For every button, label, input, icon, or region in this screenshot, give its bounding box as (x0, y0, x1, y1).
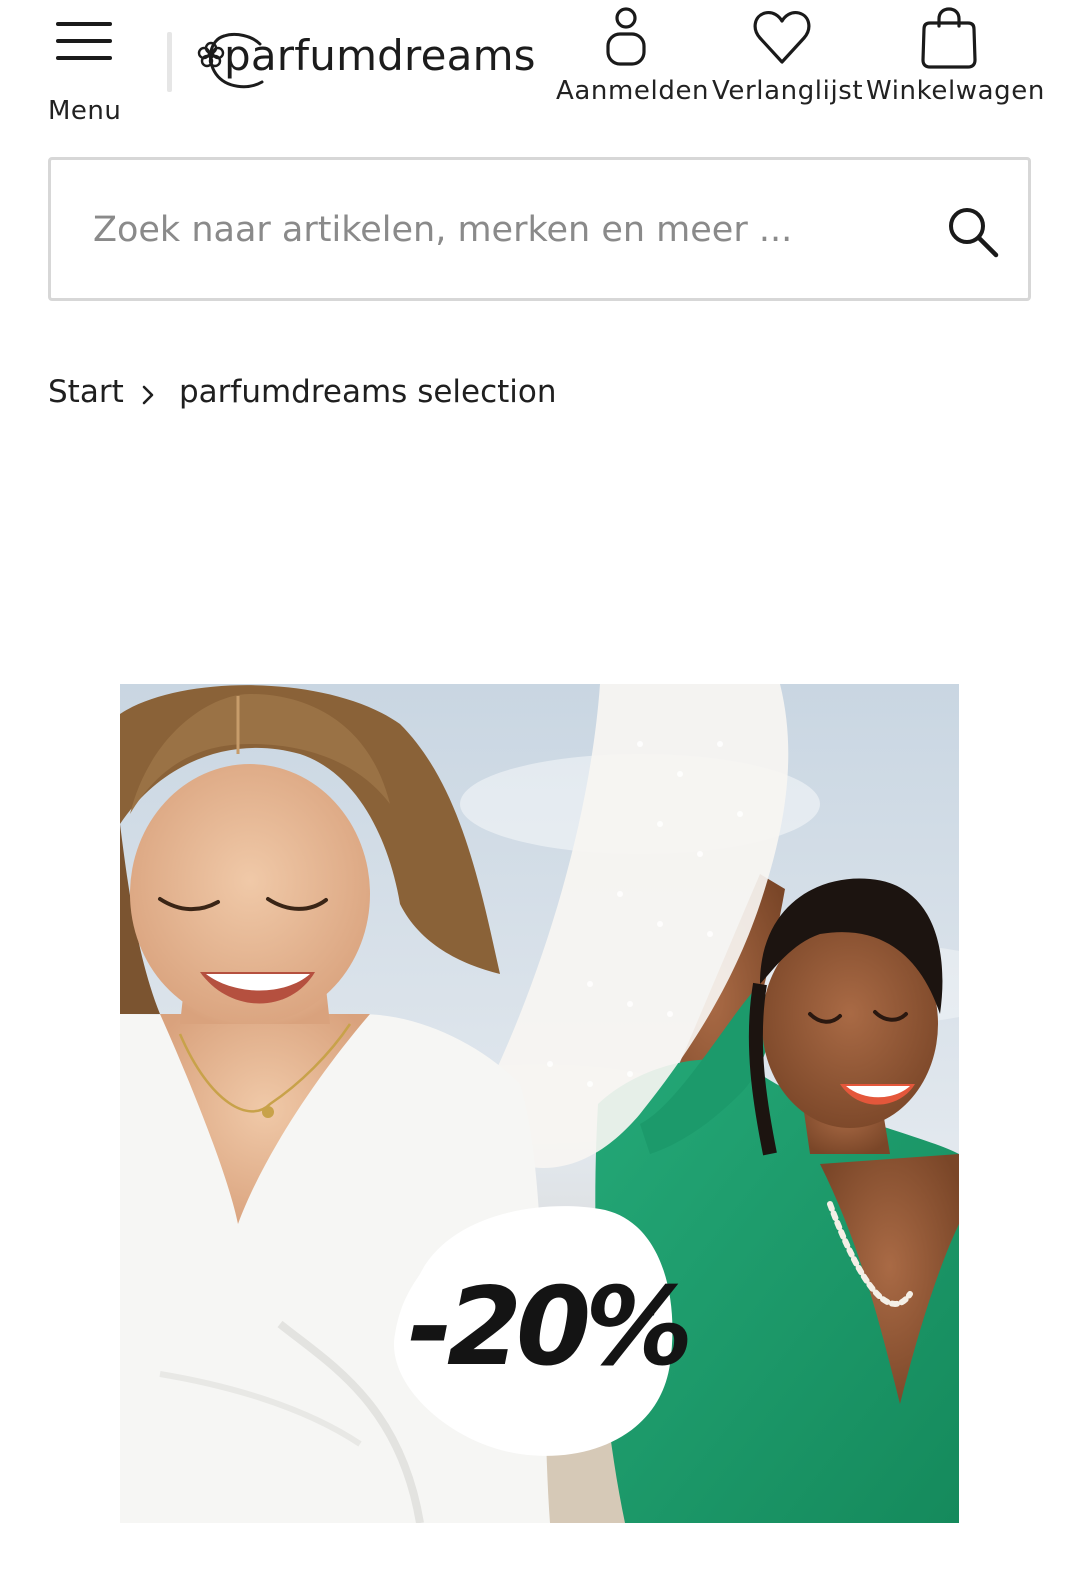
heart-icon (753, 10, 811, 64)
logo[interactable]: parfumdreams (196, 26, 536, 94)
login-label: Aanmelden (556, 76, 710, 106)
user-icon (606, 7, 646, 66)
cart-label: Winkelwagen (866, 76, 1045, 106)
logo-text: parfumdreams (224, 31, 536, 80)
search-button[interactable] (943, 202, 1003, 262)
breadcrumb-current: parfumdreams selection (179, 374, 557, 410)
search-input[interactable] (93, 200, 913, 260)
search-icon (949, 208, 999, 258)
wishlist-label: Verlanglijst (712, 76, 864, 106)
search-box (48, 157, 1031, 301)
wishlist-link[interactable]: Verlanglijst (712, 6, 864, 116)
menu-button[interactable]: Menu (46, 14, 122, 126)
menu-label: Menu (48, 96, 122, 126)
shopping-bag-icon (921, 7, 977, 69)
site-header: Menu parfumdreams Aanmelden Verlanglijst… (0, 0, 1080, 130)
flower-icon (197, 41, 225, 68)
breadcrumb-home-link[interactable]: Start (48, 374, 124, 410)
hamburger-icon (56, 22, 112, 60)
chevron-right-icon (142, 385, 154, 405)
hero-image: -20% * (120, 684, 959, 1523)
cart-link[interactable]: Winkelwagen (866, 6, 1045, 116)
header-divider (167, 32, 172, 92)
discount-asterisk: * (644, 1305, 655, 1330)
hero-banner[interactable]: -20% * (120, 684, 959, 1523)
login-link[interactable]: Aanmelden (556, 6, 710, 116)
